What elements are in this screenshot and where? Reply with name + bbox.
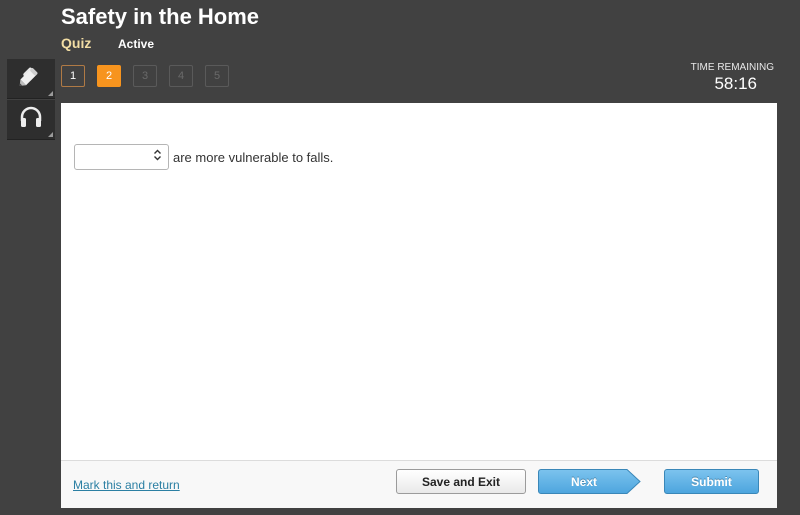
pencil-icon [18, 63, 44, 94]
save-and-exit-button[interactable]: Save and Exit [396, 469, 526, 494]
timer-label: TIME REMAINING [690, 62, 774, 73]
headphones-icon [18, 105, 44, 134]
next-button[interactable]: Next [538, 469, 641, 494]
footer-bar: Mark this and return Save and Exit Next … [61, 460, 777, 508]
tool-menu-corner [48, 132, 53, 137]
question-5-button[interactable]: 5 [205, 65, 229, 87]
question-navigation: 1 2 3 4 5 [61, 65, 229, 87]
question-panel: are more vulnerable to falls. Mark this … [61, 103, 777, 508]
question-1-button[interactable]: 1 [61, 65, 85, 87]
pencil-tool-button[interactable] [7, 59, 55, 99]
answer-dropdown[interactable] [74, 144, 169, 170]
next-button-label: Next [570, 474, 597, 489]
headphones-tool-button[interactable] [7, 100, 55, 140]
question-2-button[interactable]: 2 [97, 65, 121, 87]
submit-button[interactable]: Submit [664, 469, 759, 494]
page-title: Safety in the Home [61, 4, 260, 29]
question-text: are more vulnerable to falls. [173, 149, 334, 165]
question-3-button[interactable]: 3 [133, 65, 157, 87]
tool-menu-corner [48, 91, 53, 96]
question-4-button[interactable]: 4 [169, 65, 193, 87]
mark-and-return-link[interactable]: Mark this and return [73, 478, 180, 492]
assessment-type-label: Quiz [61, 35, 92, 51]
question-row: are more vulnerable to falls. [74, 144, 333, 170]
timer-value: 58:16 [714, 74, 757, 93]
status-label: Active [118, 37, 155, 51]
chevron-up-down-icon [153, 149, 162, 163]
